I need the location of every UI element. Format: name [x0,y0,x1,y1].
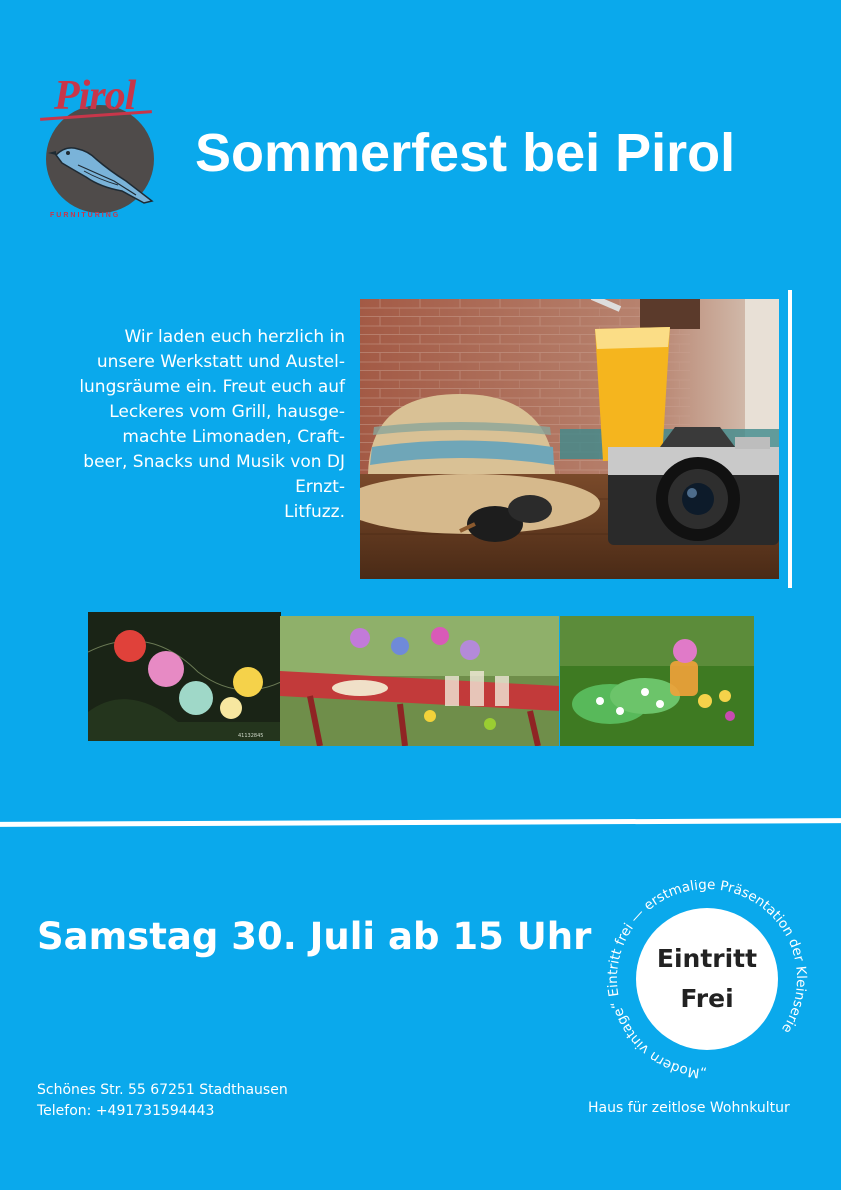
photo-flipflops-grass [560,616,754,746]
logo-tagline: FURNITURING [50,212,121,219]
badge-circle: Eintritt Frei [636,908,778,1050]
intro-text: Wir laden euch herzlich in unsere Werkst… [30,325,345,525]
contact-block: Schönes Str. 55 67251 Stadthausen Telefo… [37,1080,288,1122]
intro-line: unsere Werkstatt und Austel- [96,352,345,372]
pirol-logo: Pirol FURNITURING [40,70,165,225]
stock-photo-id: 41132845 [238,733,263,739]
address-line: Schönes Str. 55 67251 Stadthausen [37,1082,288,1098]
photo-lanterns: 41132845 [88,612,281,741]
intro-line: Leckeres vom Grill, hausge- [109,402,345,422]
company-tagline: Haus für zeitlose Wohnkultur [588,1100,790,1116]
intro-line: lungsräume ein. Freut euch auf [79,377,345,397]
intro-line: machte Limonaden, Craft- [122,427,345,447]
badge-line1: Eintritt [656,944,758,973]
badge-line2: Frei [680,984,734,1013]
horizontal-rule [0,818,841,827]
event-date: Samstag 30. Juli ab 15 Uhr [37,915,592,958]
intro-line: beer, Snacks und Musik von DJ [83,452,345,472]
intro-line: Litfuzz. [284,502,345,522]
free-entry-badge: „Modern vintage“ Eintritt frei — erstmal… [596,880,816,1100]
intro-line: Wir laden euch herzlich in [124,327,346,347]
page-title: Sommerfest bei Pirol [195,123,736,183]
vertical-divider [788,290,792,588]
photo-garden-table [280,616,559,746]
phone-line: Telefon: +491731594443 [37,1103,215,1119]
bird-icon [48,147,154,204]
hero-photo-summer-still-life [360,299,779,579]
intro-line: Ernzt- [295,477,345,497]
